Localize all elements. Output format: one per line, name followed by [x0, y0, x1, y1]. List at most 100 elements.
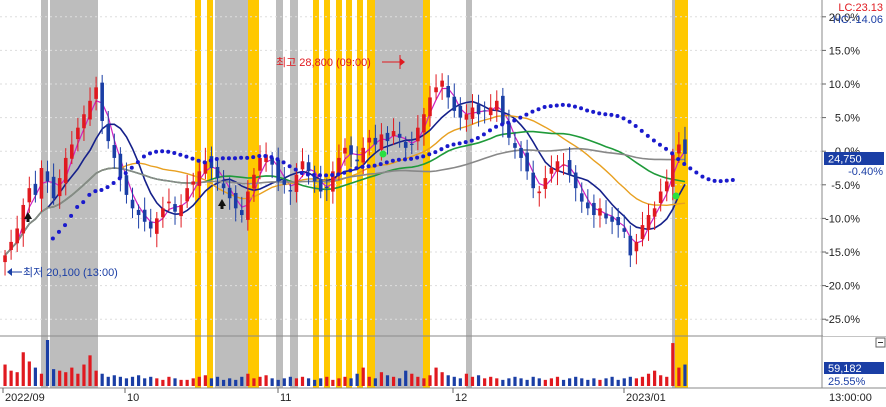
candle-body — [379, 134, 384, 150]
candle-body — [494, 100, 499, 111]
candle-body — [555, 161, 560, 172]
volume-bar — [191, 378, 195, 386]
indicator-dot — [627, 119, 632, 124]
indicator-dot — [330, 172, 335, 177]
volume-bar — [653, 370, 657, 386]
candle-body — [197, 171, 202, 186]
volume-bar — [294, 378, 299, 386]
volume-bar — [489, 376, 493, 386]
candle-body — [658, 191, 663, 204]
candle-body — [82, 114, 86, 129]
yellow-band — [207, 0, 213, 388]
indicator-dot — [93, 189, 98, 194]
x-tick-label: 12 — [455, 392, 467, 404]
candle-body — [440, 80, 444, 87]
volume-bar — [52, 369, 56, 386]
signal-dot — [379, 150, 387, 158]
candle-body — [9, 241, 13, 251]
candle-body — [124, 175, 129, 195]
volume-bar — [270, 378, 274, 386]
indicator-dot — [239, 155, 244, 160]
volume-bar — [228, 378, 232, 386]
candle-body — [215, 166, 220, 179]
indicator-dot — [487, 128, 492, 133]
y-tick-label: -20.0% — [825, 281, 860, 293]
candle-body — [434, 87, 438, 93]
candle-body — [452, 96, 457, 111]
x-tick-label: 11 — [280, 392, 291, 404]
indicator-dot — [718, 179, 723, 184]
candle-body — [610, 216, 614, 222]
candle-body — [416, 127, 420, 142]
candle-body — [367, 137, 372, 143]
candle-body — [501, 95, 505, 125]
volume-bar — [416, 376, 420, 386]
volume-bar — [349, 378, 353, 386]
candle-body — [161, 208, 165, 218]
candle-body — [39, 168, 44, 199]
volume-bar — [234, 379, 238, 386]
indicator-dot — [518, 115, 523, 120]
indicator-dot — [263, 153, 268, 158]
volume-bar — [452, 376, 456, 386]
indicator-dot — [245, 155, 250, 160]
candle-body — [579, 193, 584, 202]
volume-bar — [434, 367, 438, 386]
volume-bar — [622, 378, 626, 386]
stock-chart[interactable]: 20.0%15.0%10.0%5.0%0.0%-5.0%-10.0%-15.0%… — [0, 0, 886, 407]
indicator-dot — [609, 112, 614, 117]
candle-body — [306, 162, 311, 172]
candle-body — [646, 215, 651, 230]
indicator-dot — [117, 176, 122, 181]
indicator-dot — [451, 142, 456, 147]
indicator-dot — [639, 128, 644, 133]
indicator-dot — [299, 171, 304, 176]
indicator-dot — [360, 164, 365, 169]
volume-bar — [82, 364, 86, 386]
volume-bar — [586, 379, 590, 386]
buy-signal-stem — [220, 205, 224, 209]
volume-bar — [404, 370, 408, 386]
current-change: -0.40% — [848, 166, 883, 178]
indicator-dot — [275, 157, 280, 162]
volume-bar — [167, 376, 171, 386]
volume-bar — [306, 378, 311, 386]
volume-bar — [112, 375, 116, 386]
candle-body — [258, 157, 262, 171]
y-tick-label: 10.0% — [829, 79, 860, 91]
y-tick-label: -5.0% — [831, 180, 860, 192]
candle-body — [70, 144, 74, 159]
candle-body — [573, 172, 578, 189]
yellow-band — [195, 0, 201, 388]
hc-label: HC:-14.06 — [833, 14, 883, 26]
volume-bar — [343, 376, 347, 386]
volume-bar — [136, 375, 141, 386]
indicator-dot — [706, 177, 711, 182]
indicator-dot — [123, 171, 128, 176]
indicator-dot — [463, 140, 468, 145]
candle-body — [130, 199, 135, 209]
volume-bar — [592, 378, 596, 386]
indicator-dot — [694, 170, 699, 175]
indicator-dot — [572, 104, 577, 109]
candle-body — [616, 216, 620, 226]
candle-body — [671, 154, 675, 187]
candle-body — [45, 171, 50, 182]
indicator-dot — [597, 111, 602, 116]
candle-body — [677, 144, 681, 154]
indicator-dot — [184, 154, 189, 159]
x-tick-label: 10 — [127, 392, 139, 404]
indicator-dot — [475, 136, 480, 141]
volume-bar — [130, 376, 135, 386]
volume-bar — [531, 376, 535, 386]
candle-body — [428, 97, 432, 117]
candle-body — [33, 183, 38, 195]
volume-bar — [470, 376, 475, 386]
candle-body — [167, 201, 171, 204]
indicator-dot — [645, 133, 650, 138]
candle-body — [148, 221, 153, 229]
volume-bar — [555, 376, 560, 386]
indicator-dot — [700, 174, 705, 179]
volume-bar — [391, 376, 396, 386]
candle-body — [664, 181, 669, 192]
